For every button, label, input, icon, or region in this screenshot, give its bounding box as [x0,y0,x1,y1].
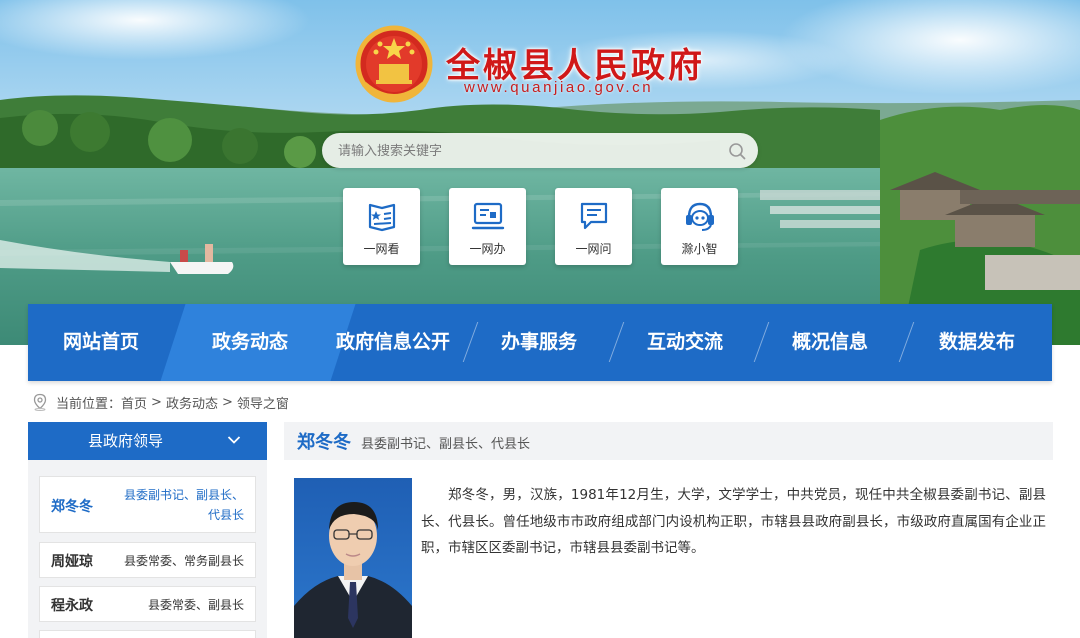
leader-name: 郑冬冬 [51,499,93,515]
leader-name: 程永政 [51,598,93,614]
nav-separator [753,322,770,362]
profile-bio: 郑冬冬，男，汉族，1981年12月生，大学，文学学士，中共党员，现任中共全椒县委… [421,487,1046,556]
nav-item-interaction[interactable]: 互动交流 [624,304,746,381]
quick-link-chuxiaozhi[interactable]: 滁小智 [661,188,738,265]
leader-role: 县委常委、副县长 [147,598,244,612]
location-pin-icon [33,393,47,411]
nav-item-data[interactable]: 数据发布 [914,304,1040,381]
profile-header: 郑冬冬 县委副书记、副县长、代县长 [284,422,1053,460]
site-url: www.quanjiao.gov.cn [464,79,654,96]
nav-item-home[interactable]: 网站首页 [28,304,174,381]
breadcrumb-home-link[interactable]: 首页 [121,393,147,412]
nav-item-gov-info[interactable]: 政府信息公开 [326,304,460,381]
search-bar [322,133,758,168]
quick-link-yiwangkan[interactable]: 一网看 [343,188,420,265]
newspaper-icon [368,203,396,232]
leader-item-zheng[interactable]: 郑冬冬 县委副书记、副县长、 代县长 [39,476,256,533]
profile-name: 郑冬冬 [297,432,351,453]
leader-item-zhou[interactable]: 周娅琼 县委常委、常务副县长 [39,542,256,578]
leader-portrait [294,478,412,638]
chevron-down-icon [227,436,241,444]
quick-link-yiwangban[interactable]: 一网办 [449,188,526,265]
breadcrumb-news-link[interactable]: 政务动态 [166,393,218,412]
quick-link-label: 一网问 [575,242,612,256]
headset-robot-icon [686,202,714,231]
quick-link-label: 滁小智 [681,242,718,256]
quick-link-label: 一网看 [363,242,400,256]
computer-icon [471,202,505,230]
quick-link-label: 一网办 [469,242,506,256]
sidebar-title: 县政府领导 [88,432,164,450]
leader-name: 周娅琼 [51,554,93,570]
nav-separator [462,322,479,362]
nav-item-news[interactable]: 政务动态 [174,304,326,381]
breadcrumb: 当前位置： 首页 > 政务动态 > 领导之窗 [32,392,289,412]
sidebar-header[interactable]: 县政府领导 [28,422,267,460]
nav-item-overview[interactable]: 概况信息 [769,304,891,381]
quick-link-yiwangwen[interactable]: 一网问 [555,188,632,265]
search-input[interactable] [338,141,718,161]
message-icon [580,202,608,230]
leader-role-line: 县委副书记、副县长、 [123,488,244,502]
nav-item-services[interactable]: 办事服务 [478,304,600,381]
breadcrumb-separator: > [151,394,162,410]
leader-role: 县委副书记、副县长、 代县长 [124,485,244,525]
leader-item-cheng[interactable]: 程永政 县委常委、副县长 [39,586,256,622]
main-nav: 网站首页 政务动态 政府信息公开 办事服务 互动交流 概况信息 数据发布 [28,304,1052,381]
national-emblem-icon [355,25,433,103]
nav-separator [898,322,915,362]
nav-separator [608,322,625,362]
leader-role: 县委常委、常务副县长 [123,554,244,568]
breadcrumb-separator: > [221,394,233,410]
breadcrumb-leaders-link[interactable]: 领导之窗 [237,393,289,412]
search-icon[interactable] [728,142,746,160]
header-banner: 全椒县人民政府 www.quanjiao.gov.cn 一网看 一网办 [0,0,1080,345]
leader-item-next[interactable] [39,630,256,638]
profile-role: 县委副书记、副县长、代县长 [361,437,531,452]
leader-role-line: 代县长 [207,508,244,522]
breadcrumb-prefix: 当前位置： [56,396,122,412]
